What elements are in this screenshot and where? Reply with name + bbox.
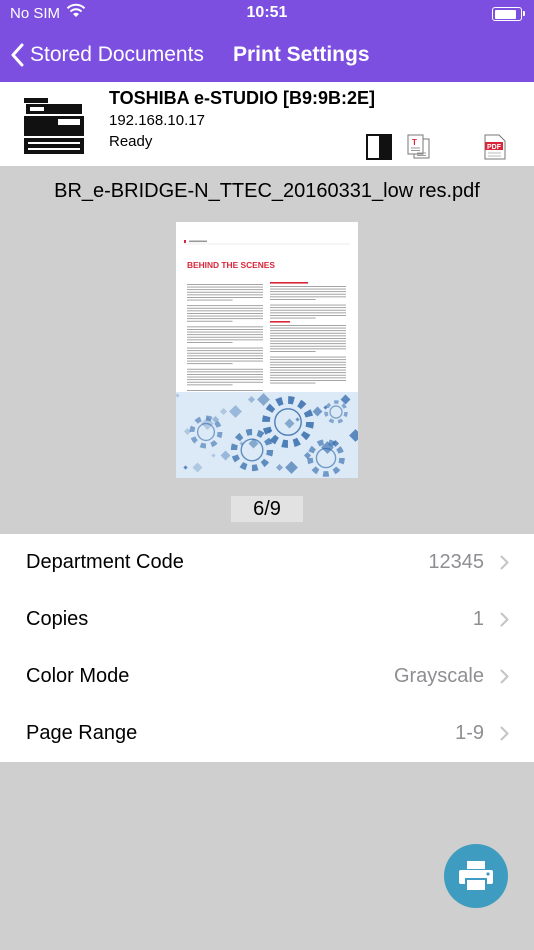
- setting-value: Grayscale: [393, 665, 484, 687]
- page-counter: 6/9: [231, 496, 303, 522]
- print-settings-list: Department Code 12345 Copies 1 Color Mod…: [0, 534, 534, 762]
- navigation-bar: Stored Documents Print Settings: [0, 28, 534, 82]
- svg-text:PDF: PDF: [487, 144, 502, 151]
- setting-value: 1-9: [455, 722, 484, 744]
- setting-label: Department Code: [26, 551, 184, 573]
- printer-status: Ready: [109, 133, 153, 150]
- page-thumbnail-image: BEHIND THE SCENES: [176, 222, 358, 478]
- print-button[interactable]: [444, 844, 508, 908]
- setting-label: Copies: [26, 608, 89, 630]
- chevron-right-icon: [500, 726, 509, 741]
- document-preview-area: BR_e-BRIDGE-N_TTEC_20160331_low res.pdf …: [0, 166, 534, 534]
- chevron-right-icon: [500, 555, 509, 570]
- setting-label: Page Range: [26, 722, 138, 744]
- setting-label: Color Mode: [26, 665, 130, 687]
- back-button[interactable]: Stored Documents: [10, 28, 204, 82]
- printer-name: TOSHIBA e-STUDIO [B9:9B:2E]: [109, 88, 376, 108]
- clock: 10:51: [246, 4, 288, 21]
- printer-panel[interactable]: TOSHIBA e-STUDIO [B9:9B:2E] 192.168.10.1…: [0, 82, 534, 166]
- status-bar: No SIM 10:51: [0, 0, 534, 28]
- setting-row-page-range[interactable]: Page Range 1-9: [0, 705, 534, 762]
- mono-color-icon: [366, 134, 392, 160]
- printer-ip: 192.168.10.17: [109, 112, 205, 129]
- mfp-printer-icon: [24, 98, 84, 154]
- thumbnail-heading: BEHIND THE SCENES: [187, 260, 275, 270]
- page-thumbnail[interactable]: BEHIND THE SCENES: [176, 222, 358, 478]
- setting-value: 1: [472, 608, 484, 630]
- pdf-file-icon: PDF: [484, 134, 506, 160]
- setting-value: 12345: [428, 551, 484, 573]
- document-file-name: BR_e-BRIDGE-N_TTEC_20160331_low res.pdf: [54, 180, 480, 202]
- svg-text:T: T: [412, 138, 417, 147]
- setting-row-color-mode[interactable]: Color Mode Grayscale: [0, 648, 534, 705]
- chevron-left-icon: [11, 43, 24, 67]
- chevron-right-icon: [500, 669, 509, 684]
- setting-row-copies[interactable]: Copies 1: [0, 591, 534, 648]
- page-title: Print Settings: [233, 43, 370, 66]
- printer-icon: [459, 861, 493, 892]
- setting-row-department-code[interactable]: Department Code 12345: [0, 534, 534, 591]
- back-button-label: Stored Documents: [30, 43, 204, 66]
- chevron-right-icon: [500, 612, 509, 627]
- duplex-document-icon: T: [407, 134, 430, 159]
- battery-icon: [492, 7, 525, 21]
